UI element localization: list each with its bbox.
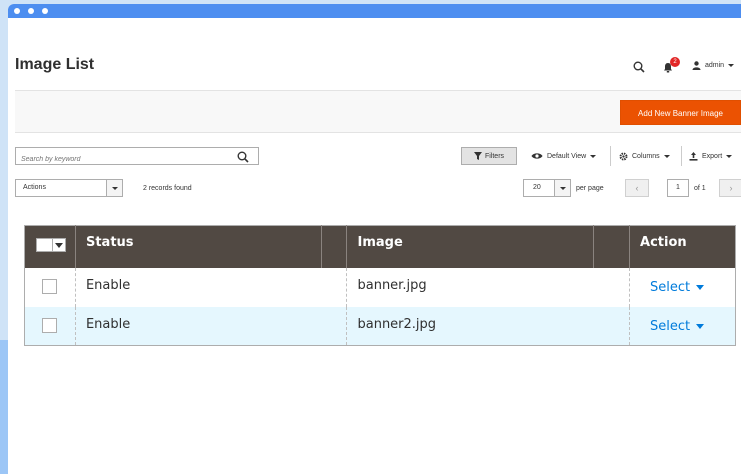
notifications-bell-icon[interactable]: 2 (663, 57, 680, 78)
page-title: Image List (15, 56, 95, 73)
background-strip (0, 340, 8, 474)
user-icon (692, 61, 701, 70)
eye-icon (531, 153, 543, 159)
chevron-down-icon (55, 242, 63, 248)
search-icon[interactable] (633, 60, 645, 78)
default-view-label: Default View (547, 152, 587, 160)
previous-page-button[interactable]: ‹ (625, 179, 649, 197)
user-name: admin (705, 62, 725, 69)
status-cell: Enable (74, 306, 347, 346)
row-action-label: Select (650, 318, 691, 334)
mass-select-dropdown[interactable] (52, 239, 65, 251)
row-checkbox[interactable] (42, 317, 57, 333)
table-row: Enable banner.jpg Select (25, 267, 736, 307)
chevron-down-icon (554, 180, 570, 196)
row-select-cell (25, 268, 76, 307)
chevron-down-icon (106, 180, 122, 196)
page-number-input[interactable]: 1 (667, 179, 689, 197)
column-header-image[interactable]: Image (346, 225, 594, 268)
mass-select-header (24, 225, 76, 268)
chevron-down-icon (696, 284, 705, 290)
filters-label: Filters (484, 152, 505, 160)
column-header-action: Action (629, 225, 736, 268)
keyword-search (15, 147, 259, 168)
per-page-value: 20 (533, 184, 541, 191)
export-dropdown[interactable]: Export (689, 152, 733, 161)
window-titlebar (8, 4, 741, 18)
export-icon (689, 152, 698, 161)
row-action-select[interactable]: Select (650, 279, 705, 295)
column-header-status[interactable]: Status (74, 225, 322, 268)
chevron-down-icon (663, 155, 670, 158)
funnel-icon (473, 152, 482, 160)
mass-actions-dropdown[interactable]: Actions (15, 179, 123, 197)
action-cell: Select (629, 306, 736, 346)
chevron-left-icon: ‹ (635, 183, 639, 193)
page-total: of 1 (694, 185, 706, 192)
mass-select-control[interactable] (36, 238, 66, 252)
image-cell: banner.jpg (346, 267, 630, 307)
row-select-cell (24, 306, 76, 346)
per-page-dropdown[interactable]: 20 (523, 179, 571, 197)
chevron-down-icon (590, 154, 597, 158)
grid-header-row: Status Image Action (24, 225, 736, 268)
image-grid: Status Image Action Enable banner.jpg Se… (24, 225, 736, 346)
chevron-down-icon (696, 323, 705, 329)
add-banner-image-button[interactable]: Add New Banner Image (620, 100, 741, 125)
chevron-right-icon: › (729, 183, 733, 193)
filters-button[interactable]: Filters (461, 147, 517, 165)
mass-select-checkbox[interactable] (37, 239, 52, 251)
browser-window: Image List 2 admin Add New Banner Image … (8, 4, 741, 474)
toolbar-divider (610, 146, 611, 166)
default-view-dropdown[interactable]: Default View (531, 152, 597, 160)
toolbar-divider (681, 146, 682, 166)
mass-actions-label: Actions (23, 184, 46, 191)
row-checkbox[interactable] (42, 278, 57, 294)
columns-label: Columns (632, 153, 660, 160)
table-row: Enable banner2.jpg Select (24, 306, 736, 346)
next-page-button[interactable]: › (719, 179, 741, 197)
row-action-select[interactable]: Select (650, 318, 705, 334)
window-dot-minimize[interactable] (28, 8, 34, 14)
records-count: 2 records found (143, 185, 192, 192)
column-header-spacer (593, 225, 630, 268)
page-actions-bar: Add New Banner Image (15, 90, 741, 133)
image-cell: banner2.jpg (346, 306, 630, 346)
per-page-label: per page (576, 185, 604, 192)
columns-dropdown[interactable]: Columns (619, 152, 670, 161)
window-dot-maximize[interactable] (42, 8, 48, 14)
action-cell: Select (629, 267, 736, 307)
status-cell: Enable (74, 267, 347, 307)
window-dot-close[interactable] (14, 8, 20, 14)
column-header-spacer (320, 225, 347, 268)
search-submit-icon[interactable] (237, 150, 249, 168)
export-label: Export (702, 153, 723, 160)
keyword-search-input[interactable] (16, 151, 231, 168)
gear-icon (619, 152, 628, 161)
chevron-down-icon (726, 155, 733, 158)
row-action-label: Select (650, 279, 691, 295)
notification-badge: 2 (670, 57, 680, 67)
chevron-down-icon (728, 64, 735, 67)
user-menu[interactable]: admin (692, 61, 735, 70)
